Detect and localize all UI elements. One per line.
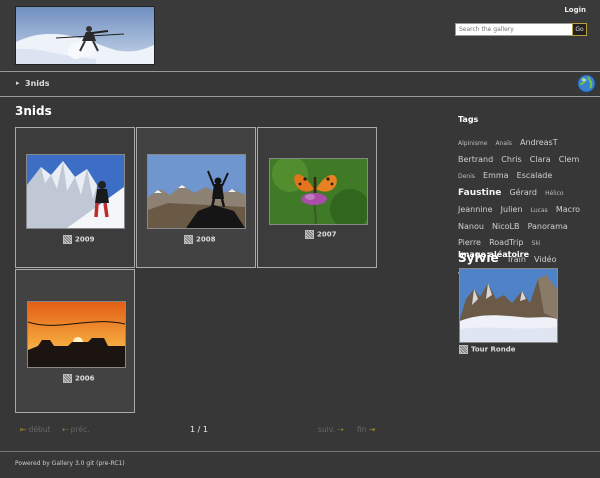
album-cell[interactable]: 2006 xyxy=(15,269,135,413)
album-icon xyxy=(63,235,72,244)
tag-link[interactable]: Faustine xyxy=(458,188,501,198)
random-image-title: Image aléatoire xyxy=(458,250,530,259)
next-arrow-icon: ⇢ xyxy=(335,425,344,434)
globe-icon[interactable] xyxy=(577,74,596,93)
last-arrow-icon: ⇥ xyxy=(366,425,376,434)
random-image[interactable] xyxy=(459,268,558,343)
tag-link[interactable]: Emma xyxy=(483,171,509,180)
tag-link[interactable]: Lucas xyxy=(531,207,548,214)
tag-link[interactable]: Denis xyxy=(458,173,475,180)
breadcrumb-arrow-icon: ▸ xyxy=(16,79,20,87)
album-thumbnail[interactable] xyxy=(269,158,368,225)
tag-link[interactable]: Nanou xyxy=(458,222,484,231)
pager-next[interactable]: suiv. ⇢ xyxy=(318,425,344,434)
site-banner-image[interactable] xyxy=(15,6,155,65)
album-icon xyxy=(305,230,314,239)
tag-link[interactable]: Macro xyxy=(556,205,580,214)
random-image-label[interactable]: Tour Ronde xyxy=(459,345,515,354)
breadcrumb: ▸ 3nids xyxy=(0,71,600,97)
tag-link[interactable]: Ski xyxy=(532,240,541,247)
tag-link[interactable]: RoadTrip xyxy=(489,238,523,247)
pager-first[interactable]: ⇤ début xyxy=(20,425,51,434)
tags-title: Tags xyxy=(458,115,479,124)
album-thumbnail[interactable] xyxy=(26,154,125,229)
album-thumbnail[interactable] xyxy=(147,154,246,229)
album-label[interactable]: 2008 xyxy=(184,235,215,244)
first-arrow-icon: ⇤ xyxy=(20,425,29,434)
page-indicator: 1 / 1 xyxy=(190,425,208,434)
search-input[interactable] xyxy=(455,23,577,36)
tag-link[interactable]: Escalade xyxy=(517,171,553,180)
tag-link[interactable]: Bertrand xyxy=(458,155,493,164)
pager-prev[interactable]: ⇠ préc. xyxy=(62,425,89,434)
tag-cloud: Alpinisme Anaïs AndreasT Bertrand Chris … xyxy=(458,133,590,282)
tag-link[interactable]: Anaïs xyxy=(495,140,511,147)
album-cell[interactable]: 2009 xyxy=(15,127,135,268)
search-go-button[interactable]: Go xyxy=(572,23,587,36)
tag-link[interactable]: Hélico xyxy=(545,190,564,197)
tag-link[interactable]: Clem xyxy=(559,155,580,164)
tag-link[interactable]: Alpinisme xyxy=(458,140,487,147)
tag-link[interactable]: Vidéo xyxy=(534,255,556,264)
album-label[interactable]: 2007 xyxy=(305,230,336,239)
tag-link[interactable]: Julien xyxy=(501,205,523,214)
album-thumbnail[interactable] xyxy=(27,301,126,368)
album-cell[interactable]: 2008 xyxy=(136,127,256,268)
login-link[interactable]: Login xyxy=(564,6,586,14)
photo-icon xyxy=(459,345,468,354)
album-label[interactable]: 2009 xyxy=(63,235,94,244)
tag-link[interactable]: Gérard xyxy=(509,188,537,197)
album-label[interactable]: 2006 xyxy=(63,374,94,383)
pager-last[interactable]: fin ⇥ xyxy=(357,425,375,434)
page-title: 3nids xyxy=(15,104,52,118)
tag-link[interactable]: AndreasT xyxy=(520,138,558,147)
header: Login Go xyxy=(0,0,600,70)
tag-link[interactable]: Pierre xyxy=(458,238,481,247)
footer-divider xyxy=(0,451,600,452)
tag-link[interactable]: NicoLB xyxy=(492,222,519,231)
album-cell[interactable]: 2007 xyxy=(257,127,377,268)
tag-link[interactable]: Clara xyxy=(530,155,551,164)
tag-link[interactable]: Panorama xyxy=(528,222,568,231)
prev-arrow-icon: ⇠ xyxy=(62,425,71,434)
album-icon xyxy=(184,235,193,244)
footer-text: Powered by Gallery 3.0 git (pre-RC1) xyxy=(15,460,125,467)
tag-link[interactable]: Chris xyxy=(501,155,521,164)
album-icon xyxy=(63,374,72,383)
tag-link[interactable]: Jeannine xyxy=(458,205,493,214)
breadcrumb-current[interactable]: 3nids xyxy=(25,79,50,88)
